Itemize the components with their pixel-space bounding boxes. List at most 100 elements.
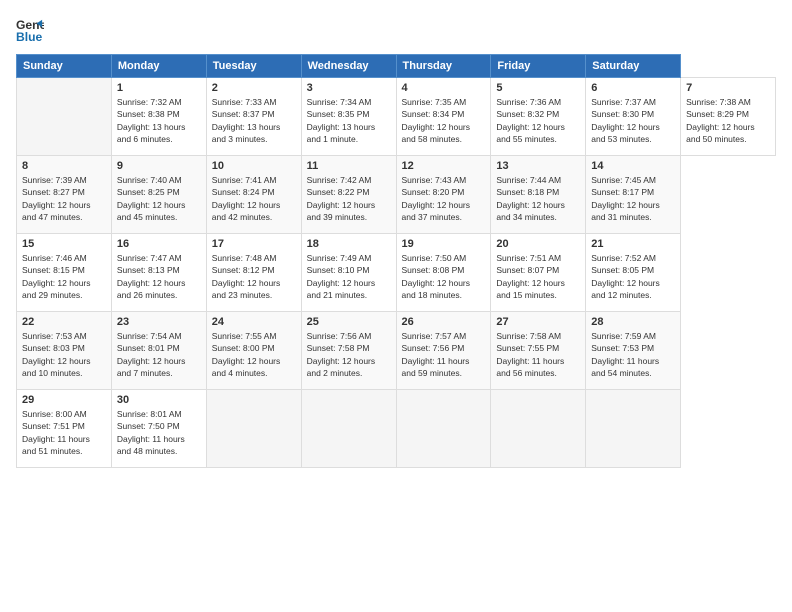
day-number: 18: [307, 238, 391, 250]
day-number: 2: [212, 82, 296, 94]
empty-cell: [586, 390, 681, 468]
page: General Blue SundayMondayTuesdayWednesda…: [0, 0, 792, 612]
day-cell-2: 2Sunrise: 7:33 AMSunset: 8:37 PMDaylight…: [206, 78, 301, 156]
day-cell-28: 28 Sunrise: 7:59 AMSunset: 7:53 PMDayligh…: [586, 312, 681, 390]
empty-cell: [206, 390, 301, 468]
day-cell-9: 9 Sunrise: 7:40 AMSunset: 8:25 PMDaylight…: [111, 156, 206, 234]
day-info: Sunrise: 7:43 AMSunset: 8:20 PMDaylight:…: [402, 174, 486, 223]
day-number: 24: [212, 316, 296, 328]
day-number: 19: [402, 238, 486, 250]
day-number: 30: [117, 394, 201, 406]
day-cell-26: 26 Sunrise: 7:57 AMSunset: 7:56 PMDayligh…: [396, 312, 491, 390]
day-number: 10: [212, 160, 296, 172]
day-info: Sunrise: 7:48 AMSunset: 8:12 PMDaylight:…: [212, 252, 296, 301]
empty-sunday: [17, 78, 112, 156]
calendar-body: 1 Sunrise: 7:32 AMSunset: 8:38 PMDaylight…: [17, 78, 776, 468]
day-cell-19: 19Sunrise: 7:50 AMSunset: 8:08 PMDayligh…: [396, 234, 491, 312]
day-number: 14: [591, 160, 675, 172]
day-cell-15: 15 Sunrise: 7:46 AMSunset: 8:15 PMDayligh…: [17, 234, 112, 312]
header-cell-wednesday: Wednesday: [301, 55, 396, 78]
day-info: Sunrise: 7:37 AMSunset: 8:30 PMDaylight:…: [591, 96, 675, 145]
day-cell-14: 14 Sunrise: 7:45 AMSunset: 8:17 PMDayligh…: [586, 156, 681, 234]
day-info: Sunrise: 7:38 AMSunset: 8:29 PMDaylight:…: [686, 96, 770, 145]
day-cell-21: 21 Sunrise: 7:52 AMSunset: 8:05 PMDayligh…: [586, 234, 681, 312]
day-info: Sunrise: 7:41 AMSunset: 8:24 PMDaylight:…: [212, 174, 296, 223]
logo: General Blue: [16, 16, 48, 44]
day-info: Sunrise: 7:44 AMSunset: 8:18 PMDaylight:…: [496, 174, 580, 223]
day-cell-11: 11 Sunrise: 7:42 AMSunset: 8:22 PMDayligh…: [301, 156, 396, 234]
day-info: Sunrise: 7:56 AMSunset: 7:58 PMDaylight:…: [307, 330, 391, 379]
empty-cell: [396, 390, 491, 468]
day-info: Sunrise: 7:36 AMSunset: 8:32 PMDaylight:…: [496, 96, 580, 145]
day-cell-30: 30 Sunrise: 8:01 AMSunset: 7:50 PMDayligh…: [111, 390, 206, 468]
day-number: 28: [591, 316, 675, 328]
header-cell-monday: Monday: [111, 55, 206, 78]
day-cell-22: 22 Sunrise: 7:53 AMSunset: 8:03 PMDayligh…: [17, 312, 112, 390]
day-info: Sunrise: 7:52 AMSunset: 8:05 PMDaylight:…: [591, 252, 675, 301]
day-info: Sunrise: 7:45 AMSunset: 8:17 PMDaylight:…: [591, 174, 675, 223]
day-number: 13: [496, 160, 580, 172]
day-cell-7: 7 Sunrise: 7:38 AMSunset: 8:29 PMDaylight…: [681, 78, 776, 156]
day-cell-12: 12 Sunrise: 7:43 AMSunset: 8:20 PMDayligh…: [396, 156, 491, 234]
day-number: 7: [686, 82, 770, 94]
empty-cell: [491, 390, 586, 468]
day-number: 9: [117, 160, 201, 172]
day-number: 22: [22, 316, 106, 328]
day-cell-25: 25 Sunrise: 7:56 AMSunset: 7:58 PMDayligh…: [301, 312, 396, 390]
day-info: Sunrise: 7:40 AMSunset: 8:25 PMDaylight:…: [117, 174, 201, 223]
day-cell-10: 10 Sunrise: 7:41 AMSunset: 8:24 PMDayligh…: [206, 156, 301, 234]
svg-text:Blue: Blue: [16, 30, 43, 44]
day-cell-4: 4Sunrise: 7:35 AMSunset: 8:34 PMDaylight…: [396, 78, 491, 156]
day-number: 6: [591, 82, 675, 94]
day-number: 15: [22, 238, 106, 250]
day-info: Sunrise: 7:42 AMSunset: 8:22 PMDaylight:…: [307, 174, 391, 223]
day-number: 3: [307, 82, 391, 94]
day-info: Sunrise: 7:59 AMSunset: 7:53 PMDaylight:…: [591, 330, 675, 379]
header-cell-friday: Friday: [491, 55, 586, 78]
day-number: 1: [117, 82, 201, 94]
day-number: 17: [212, 238, 296, 250]
header-cell-sunday: Sunday: [17, 55, 112, 78]
day-info: Sunrise: 7:32 AMSunset: 8:38 PMDaylight:…: [117, 96, 201, 145]
day-number: 20: [496, 238, 580, 250]
day-cell-6: 6 Sunrise: 7:37 AMSunset: 8:30 PMDaylight…: [586, 78, 681, 156]
day-cell-29: 29 Sunrise: 8:00 AMSunset: 7:51 PMDayligh…: [17, 390, 112, 468]
day-number: 26: [402, 316, 486, 328]
day-number: 21: [591, 238, 675, 250]
day-cell-27: 27Sunrise: 7:58 AMSunset: 7:55 PMDayligh…: [491, 312, 586, 390]
week-row-2: 8Sunrise: 7:39 AMSunset: 8:27 PMDaylight…: [17, 156, 776, 234]
day-number: 27: [496, 316, 580, 328]
calendar-table: SundayMondayTuesdayWednesdayThursdayFrid…: [16, 54, 776, 468]
empty-cell: [301, 390, 396, 468]
day-cell-13: 13 Sunrise: 7:44 AMSunset: 8:18 PMDayligh…: [491, 156, 586, 234]
day-number: 16: [117, 238, 201, 250]
day-info: Sunrise: 7:34 AMSunset: 8:35 PMDaylight:…: [307, 96, 391, 145]
day-cell-16: 16Sunrise: 7:47 AMSunset: 8:13 PMDayligh…: [111, 234, 206, 312]
day-cell-20: 20Sunrise: 7:51 AMSunset: 8:07 PMDayligh…: [491, 234, 586, 312]
day-info: Sunrise: 7:39 AMSunset: 8:27 PMDaylight:…: [22, 174, 106, 223]
day-number: 23: [117, 316, 201, 328]
day-cell-23: 23 Sunrise: 7:54 AMSunset: 8:01 PMDayligh…: [111, 312, 206, 390]
day-number: 11: [307, 160, 391, 172]
day-info: Sunrise: 7:46 AMSunset: 8:15 PMDaylight:…: [22, 252, 106, 301]
calendar-header-row: SundayMondayTuesdayWednesdayThursdayFrid…: [17, 55, 776, 78]
day-number: 25: [307, 316, 391, 328]
day-number: 29: [22, 394, 106, 406]
day-info: Sunrise: 8:00 AMSunset: 7:51 PMDaylight:…: [22, 408, 106, 457]
header-cell-thursday: Thursday: [396, 55, 491, 78]
day-info: Sunrise: 8:01 AMSunset: 7:50 PMDaylight:…: [117, 408, 201, 457]
day-number: 5: [496, 82, 580, 94]
day-cell-5: 5 Sunrise: 7:36 AMSunset: 8:32 PMDaylight…: [491, 78, 586, 156]
day-info: Sunrise: 7:55 AMSunset: 8:00 PMDaylight:…: [212, 330, 296, 379]
day-cell-3: 3 Sunrise: 7:34 AMSunset: 8:35 PMDaylight…: [301, 78, 396, 156]
day-info: Sunrise: 7:57 AMSunset: 7:56 PMDaylight:…: [402, 330, 486, 379]
day-number: 12: [402, 160, 486, 172]
header-cell-tuesday: Tuesday: [206, 55, 301, 78]
week-row-1: 1 Sunrise: 7:32 AMSunset: 8:38 PMDaylight…: [17, 78, 776, 156]
day-cell-8: 8Sunrise: 7:39 AMSunset: 8:27 PMDaylight…: [17, 156, 112, 234]
day-info: Sunrise: 7:54 AMSunset: 8:01 PMDaylight:…: [117, 330, 201, 379]
day-info: Sunrise: 7:53 AMSunset: 8:03 PMDaylight:…: [22, 330, 106, 379]
day-cell-18: 18Sunrise: 7:49 AMSunset: 8:10 PMDayligh…: [301, 234, 396, 312]
header: General Blue: [16, 16, 776, 44]
header-cell-saturday: Saturday: [586, 55, 681, 78]
